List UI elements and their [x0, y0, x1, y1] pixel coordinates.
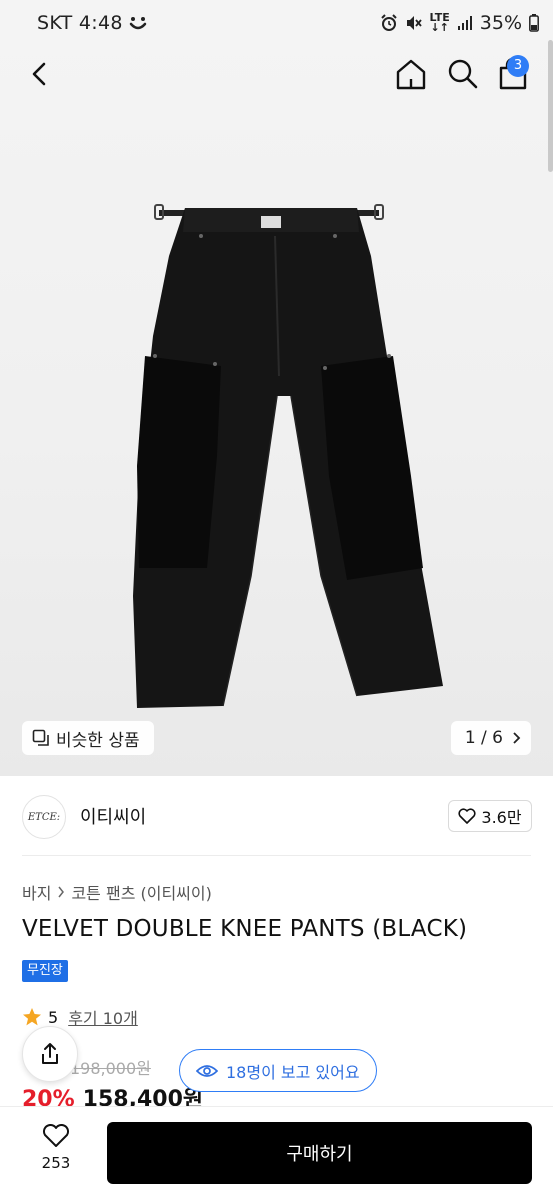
eye-icon: [196, 1064, 218, 1077]
product-like-button[interactable]: 253: [30, 1124, 82, 1172]
mute-icon: [406, 16, 422, 30]
signal-icon: [457, 16, 472, 30]
status-icons: LTE ↓↑ 35%: [380, 12, 539, 34]
rating-value: 5: [48, 1007, 59, 1027]
product-like-count: 253: [41, 1154, 71, 1172]
home-icon[interactable]: [393, 56, 429, 92]
rating-row: 5 후기 10개: [22, 1005, 138, 1029]
battery-percent: 35%: [479, 12, 522, 34]
original-price: 198,000원: [70, 1059, 151, 1078]
page-count: 1 / 6: [464, 728, 503, 748]
cart-count-badge: 3: [507, 55, 529, 77]
battery-icon: [529, 14, 539, 32]
brand-logo[interactable]: ETCE:: [22, 795, 66, 839]
status-bar: SKT 4:48 LTE ↓↑ 35%: [0, 0, 553, 50]
smile-icon: [129, 17, 147, 30]
review-link[interactable]: 후기 10개: [68, 1005, 138, 1029]
product-image: [133, 204, 443, 708]
heart-icon: [458, 808, 476, 824]
back-icon[interactable]: [24, 56, 58, 92]
share-button[interactable]: [22, 1026, 78, 1082]
status-time: SKT 4:48: [37, 12, 123, 34]
viewers-text: 18명이 보고 있어요: [226, 1062, 360, 1082]
product-title: VELVET DOUBLE KNEE PANTS (BLACK): [22, 916, 468, 942]
product-gallery[interactable]: SKT 4:48 LTE ↓↑ 35% 3 비슷한 상품 1 / 6: [0, 0, 553, 776]
brand-name[interactable]: 이티씨이: [80, 803, 146, 829]
brand-like-button[interactable]: 3.6만: [448, 800, 532, 832]
brand-like-count: 3.6만: [481, 808, 522, 827]
viewers-indicator: 18명이 보고 있어요: [179, 1049, 377, 1092]
scroll-indicator: [548, 40, 553, 172]
heart-icon: [42, 1124, 70, 1147]
similar-products-button[interactable]: 비슷한 상품: [22, 721, 154, 755]
similar-icon: [32, 729, 49, 746]
breadcrumb-category[interactable]: 바지: [22, 880, 51, 904]
breadcrumb: 바지 코튼 팬츠 (이티씨이): [22, 880, 212, 904]
lte-indicator: LTE ↓↑: [429, 11, 450, 34]
shipping-badge: 무진장: [22, 960, 68, 982]
search-icon[interactable]: [445, 56, 481, 92]
buy-button[interactable]: 구매하기: [107, 1122, 532, 1184]
star-icon: [23, 1008, 41, 1026]
similar-products-label: 비슷한 상품: [56, 730, 140, 751]
chevron-right-icon: [58, 886, 65, 898]
image-page-indicator[interactable]: 1 / 6: [450, 721, 531, 755]
chevron-right-icon: [513, 732, 521, 744]
breadcrumb-subcategory[interactable]: 코튼 팬츠 (이티씨이): [71, 880, 211, 904]
divider: [22, 855, 531, 856]
alarm-icon: [380, 14, 397, 31]
share-icon: [42, 1043, 58, 1064]
